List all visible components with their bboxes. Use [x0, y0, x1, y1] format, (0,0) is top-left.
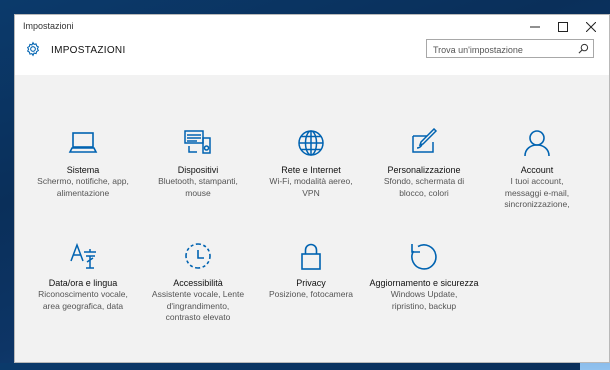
tile-privacy[interactable]: Privacy Posizione, fotocamera	[256, 241, 366, 301]
minimize-button[interactable]	[521, 15, 549, 39]
tile-desc-line: Riconoscimento vocale,	[38, 289, 128, 299]
tile-name: Rete e Internet	[281, 165, 341, 175]
tile-desc-line: blocco, colori	[399, 187, 449, 198]
tile-desc-line: Assistente vocale, Lente	[151, 289, 245, 299]
devices-icon	[184, 130, 211, 154]
tile-desc-line: alimentazione	[56, 187, 110, 198]
tile-name: Accessibilità	[173, 278, 223, 288]
paint-icon	[412, 128, 438, 153]
tile-accessibilita[interactable]: Accessibilità Assistente vocale, Lente d…	[143, 241, 253, 324]
tile-data-ora-e-lingua[interactable]: Data/ora e lingua Riconoscimento vocale,…	[28, 241, 138, 312]
gear-icon	[26, 41, 40, 57]
tile-name: Privacy	[296, 278, 326, 288]
tile-description: Posizione, fotocamera	[256, 289, 366, 301]
language-icon	[70, 242, 96, 269]
close-icon	[586, 22, 596, 32]
laptop-icon	[68, 132, 98, 153]
minimize-icon	[530, 26, 540, 28]
tile-dispositivi[interactable]: Dispositivi Bluetooth, stampanti, mouse	[143, 128, 253, 199]
tile-desc-line: Wi-Fi, modalità aereo,	[269, 176, 353, 186]
tile-name: Dispositivi	[177, 165, 219, 175]
tile-name: Personalizzazione	[387, 165, 461, 175]
tile-desc-line: contrasto elevato	[165, 312, 231, 322]
tile-rete-e-internet[interactable]: Rete e Internet Wi-Fi, modalità aereo, V…	[256, 128, 366, 199]
tile-description: Assistente vocale, Lente d'ingrandimento…	[143, 289, 253, 324]
page-title: IMPOSTAZIONI	[51, 45, 126, 56]
tile-desc-line: I tuoi account,	[510, 176, 564, 186]
search-input[interactable]	[427, 41, 573, 59]
maximize-button[interactable]	[549, 15, 577, 39]
tile-description: Schermo, notifiche, app, alimentazione	[28, 176, 138, 199]
tile-description: Bluetooth, stampanti, mouse	[143, 176, 253, 199]
tile-personalizzazione[interactable]: Personalizzazione Sfondo, schermata di b…	[369, 128, 479, 199]
tile-description: Riconoscimento vocale, area geografica, …	[28, 289, 138, 312]
tile-description: Windows Update, ripristino, backup	[369, 289, 479, 312]
tile-name: Sistema	[66, 165, 100, 175]
tile-desc-line: sincronizzazione,	[504, 199, 570, 209]
tile-desc-line: mouse	[185, 187, 211, 198]
tile-desc-line: ripristino, backup	[391, 300, 457, 311]
tile-desc-line: messaggi e-mail,	[504, 187, 570, 198]
close-button[interactable]	[577, 15, 605, 39]
tile-desc-line: d'ingrandimento,	[166, 300, 230, 311]
search-icon[interactable]	[578, 43, 589, 54]
globe-icon	[298, 130, 324, 156]
tile-desc-line: VPN	[302, 187, 320, 198]
settings-window: Impostazioni IMPOSTAZIONI Trova un'impos…	[14, 14, 610, 363]
tile-description: Sfondo, schermata di blocco, colori	[369, 176, 479, 199]
window-title: Impostazioni	[23, 21, 74, 31]
tile-name: Data/ora e lingua	[48, 278, 118, 288]
lock-icon	[301, 243, 321, 270]
tile-desc-line: Schermo, notifiche, app,	[37, 176, 129, 186]
tile-description: I tuoi account, messaggi e-mail, sincron…	[482, 176, 592, 211]
tile-desc-line: Windows Update,	[390, 289, 458, 299]
maximize-icon	[558, 22, 568, 32]
search-box[interactable]	[426, 39, 594, 59]
tile-aggiornamento-e-sicurezza[interactable]: Aggiornamento e sicurezza Windows Update…	[369, 241, 479, 312]
tile-sistema[interactable]: Sistema Schermo, notifiche, app, aliment…	[28, 128, 138, 199]
title-bar: Impostazioni	[15, 15, 609, 39]
tile-desc-line: Sfondo, schermata di	[383, 176, 465, 186]
update-icon	[411, 244, 437, 270]
tile-desc-line: Bluetooth, stampanti,	[158, 176, 238, 186]
tile-desc-line: area geografica, data	[42, 300, 124, 311]
tile-account[interactable]: Account I tuoi account, messaggi e-mail,…	[482, 128, 592, 211]
tile-name: Account	[520, 165, 554, 175]
accessibility-icon	[185, 243, 211, 269]
tile-name: Aggiornamento e sicurezza	[369, 278, 479, 288]
tile-desc-line: Posizione, fotocamera	[268, 289, 354, 299]
tile-description: Wi-Fi, modalità aereo, VPN	[256, 176, 366, 199]
person-icon	[524, 130, 550, 157]
